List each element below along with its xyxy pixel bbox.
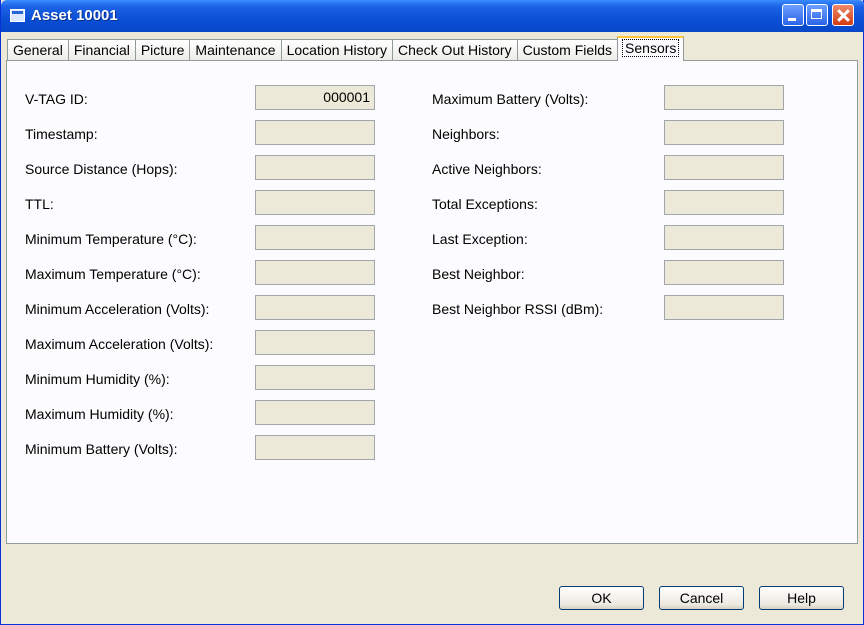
min-temperature-field[interactable] [255, 225, 375, 250]
field-label: Maximum Battery (Volts): [432, 91, 589, 107]
field-label: Maximum Acceleration (Volts): [25, 336, 214, 352]
tab-location-history[interactable]: Location History [280, 39, 393, 61]
max-humidity-field[interactable] [255, 400, 375, 425]
field-label: TTL: [25, 196, 54, 212]
tab-strip: General Financial Picture Maintenance Lo… [7, 36, 685, 61]
tab-maintenance[interactable]: Maintenance [189, 39, 282, 61]
tab-picture[interactable]: Picture [134, 39, 191, 61]
cancel-button[interactable]: Cancel [659, 586, 744, 610]
tab-label: Maintenance [195, 42, 276, 58]
title-bar[interactable]: Asset 10001 [1, 0, 864, 32]
max-acceleration-field[interactable] [255, 330, 375, 355]
ttl-field[interactable] [255, 190, 375, 215]
maximize-button[interactable] [806, 4, 828, 26]
tab-label: Location History [286, 42, 387, 58]
source-distance-field[interactable] [255, 155, 375, 180]
field-label: Source Distance (Hops): [25, 161, 178, 177]
neighbors-field[interactable] [664, 120, 784, 145]
vtag-id-field[interactable]: 000001 [255, 85, 375, 110]
best-neighbor-field[interactable] [664, 260, 784, 285]
min-acceleration-field[interactable] [255, 295, 375, 320]
tab-label: Check Out History [397, 42, 512, 58]
tab-label: General [13, 42, 63, 58]
last-exception-field[interactable] [664, 225, 784, 250]
tab-label: Financial [73, 42, 130, 58]
tab-custom-fields[interactable]: Custom Fields [516, 39, 619, 61]
tab-sensors[interactable]: Sensors [617, 36, 685, 61]
tab-label: Picture [140, 42, 185, 58]
help-button[interactable]: Help [759, 586, 844, 610]
minimize-button[interactable] [782, 4, 804, 26]
field-label: Best Neighbor RSSI (dBm): [432, 301, 604, 317]
asset-dialog-window: Asset 10001 General Financial Picture Ma… [0, 0, 864, 625]
sensors-panel: V-TAG ID: 000001 Timestamp: Source Dista… [6, 60, 858, 544]
min-battery-field[interactable] [255, 435, 375, 460]
field-label: Neighbors: [432, 126, 500, 142]
field-label: Maximum Temperature (°C): [25, 266, 201, 282]
window-title: Asset 10001 [31, 7, 118, 24]
tab-check-out-history[interactable]: Check Out History [391, 39, 518, 61]
max-battery-field[interactable] [664, 85, 784, 110]
timestamp-field[interactable] [255, 120, 375, 145]
active-neighbors-field[interactable] [664, 155, 784, 180]
max-temperature-field[interactable] [255, 260, 375, 285]
field-label: Minimum Temperature (°C): [25, 231, 197, 247]
field-label: V-TAG ID: [25, 91, 88, 107]
ok-button[interactable]: OK [559, 586, 644, 610]
tab-general[interactable]: General [7, 39, 69, 61]
field-label: Minimum Acceleration (Volts): [25, 301, 210, 317]
field-label: Minimum Battery (Volts): [25, 441, 178, 457]
field-label: Active Neighbors: [432, 161, 542, 177]
tab-financial[interactable]: Financial [67, 39, 136, 61]
min-humidity-field[interactable] [255, 365, 375, 390]
field-label: Minimum Humidity (%): [25, 371, 170, 387]
field-label: Last Exception: [432, 231, 528, 247]
window-app-icon [10, 9, 25, 22]
field-label: Timestamp: [25, 126, 98, 142]
field-label: Maximum Humidity (%): [25, 406, 174, 422]
tab-label: Custom Fields [522, 42, 613, 58]
close-button[interactable] [832, 4, 854, 26]
best-neighbor-rssi-field[interactable] [664, 295, 784, 320]
total-exceptions-field[interactable] [664, 190, 784, 215]
field-label: Best Neighbor: [432, 266, 525, 282]
tab-label: Sensors [622, 39, 680, 57]
field-label: Total Exceptions: [432, 196, 538, 212]
